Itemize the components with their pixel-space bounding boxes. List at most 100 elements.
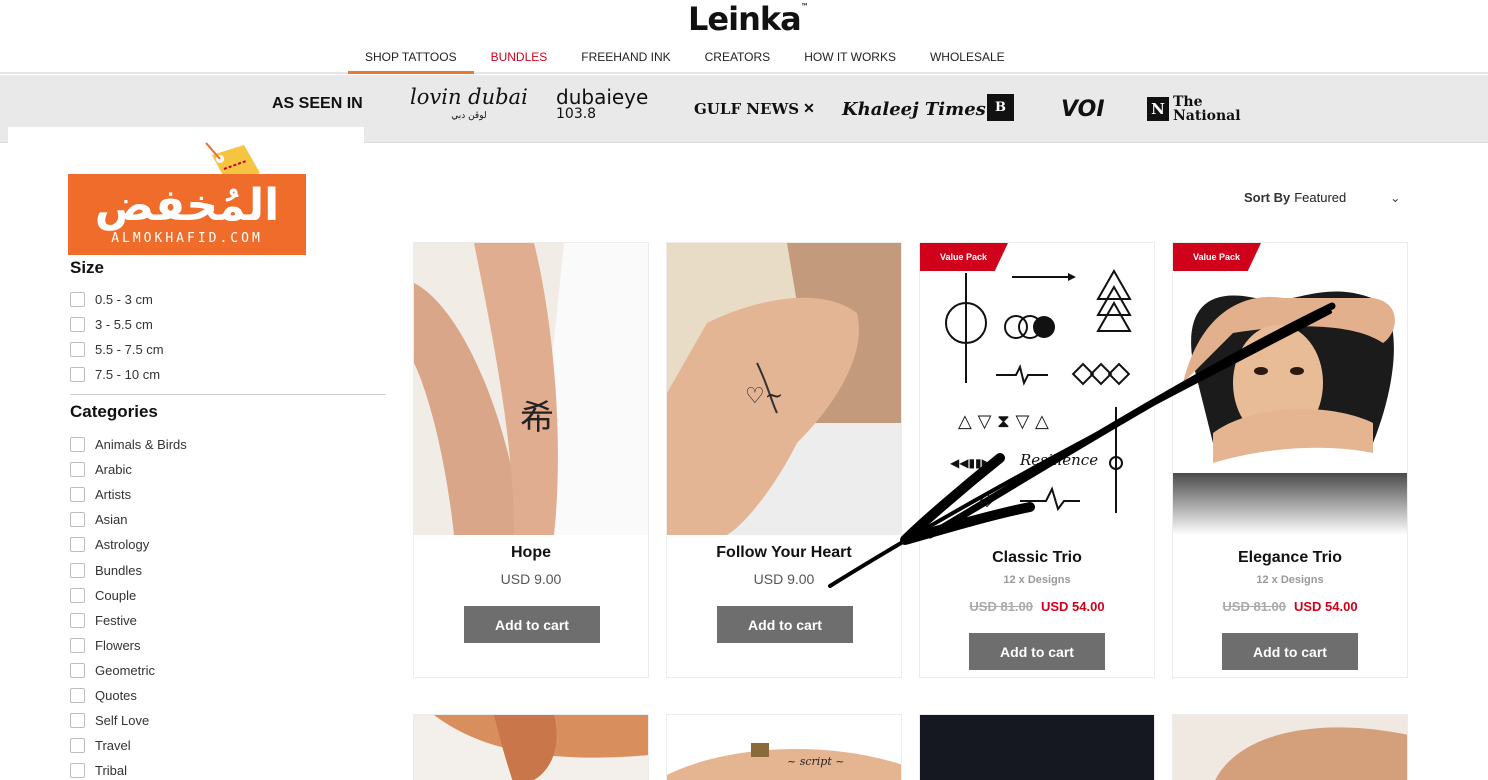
category-label: Self Love bbox=[95, 713, 150, 729]
category-option[interactable]: Travel bbox=[70, 733, 187, 758]
checkbox[interactable] bbox=[70, 612, 85, 628]
hand-tattoo-image: ♡~ bbox=[667, 243, 901, 535]
product-card[interactable] bbox=[919, 714, 1155, 780]
checkbox[interactable] bbox=[70, 713, 85, 729]
falcon-icon: ✕ bbox=[803, 101, 815, 117]
product-title[interactable]: Hope bbox=[414, 544, 648, 562]
the-national-mark: N bbox=[1147, 97, 1169, 121]
product-card[interactable] bbox=[1172, 714, 1408, 780]
category-label: Astrology bbox=[95, 537, 150, 553]
svg-text:♡~: ♡~ bbox=[745, 384, 783, 409]
svg-text:◇: ◇ bbox=[980, 489, 994, 510]
category-label: Tribal bbox=[95, 763, 128, 779]
product-image[interactable]: △ ▽ ⧗ ▽ △ Resilience ◇ ◀◀▮▮▶▶ bbox=[920, 243, 1154, 535]
product-card[interactable]: ~ script ~ bbox=[666, 714, 902, 780]
size-option-label: 7.5 - 10 cm bbox=[95, 367, 161, 383]
product-image[interactable] bbox=[1173, 243, 1407, 535]
nav-how-it-works[interactable]: HOW IT WORKS bbox=[787, 44, 913, 74]
product-title[interactable]: Follow Your Heart bbox=[667, 544, 901, 562]
size-option-label: 0.5 - 3 cm bbox=[95, 292, 153, 308]
checkbox[interactable] bbox=[70, 292, 85, 308]
size-filter-list: 0.5 - 3 cm 3 - 5.5 cm 5.5 - 7.5 cm 7.5 -… bbox=[70, 287, 164, 387]
sort-dropdown[interactable]: Sort By Featured ⌄ bbox=[1244, 190, 1400, 205]
add-to-cart-button[interactable]: Add to cart bbox=[717, 606, 853, 643]
product-image[interactable] bbox=[414, 715, 649, 780]
category-option[interactable]: Flowers bbox=[70, 633, 187, 658]
category-option[interactable]: Festive bbox=[70, 608, 187, 633]
checkbox[interactable] bbox=[70, 512, 85, 528]
checkbox[interactable] bbox=[70, 587, 85, 603]
product-card[interactable]: ♡~ Follow Your Heart USD 9.00 Add to car… bbox=[666, 242, 902, 678]
chevron-down-icon: ⌄ bbox=[1390, 190, 1401, 205]
checkbox[interactable] bbox=[70, 487, 85, 503]
product-designs-count: 12 x Designs bbox=[1256, 574, 1324, 586]
add-to-cart-button[interactable]: Add to cart bbox=[464, 606, 600, 643]
the-national-logo: N The National bbox=[1147, 87, 1243, 131]
size-option[interactable]: 5.5 - 7.5 cm bbox=[70, 337, 164, 362]
category-option[interactable]: Couple bbox=[70, 583, 187, 608]
size-option[interactable]: 7.5 - 10 cm bbox=[70, 362, 164, 387]
size-option[interactable]: 3 - 5.5 cm bbox=[70, 312, 164, 337]
product-image[interactable]: 希 bbox=[414, 243, 648, 535]
product-card[interactable]: Value Pack Elegance Trio 12 x Designs US… bbox=[1172, 242, 1408, 678]
checkbox[interactable] bbox=[70, 367, 85, 383]
sort-label: Sort By bbox=[1244, 190, 1291, 205]
checkbox[interactable] bbox=[70, 738, 85, 754]
svg-text:~ script ~: ~ script ~ bbox=[787, 755, 844, 768]
checkbox[interactable] bbox=[70, 637, 85, 653]
checkbox[interactable] bbox=[70, 687, 85, 703]
nav-freehand-ink[interactable]: FREEHAND INK bbox=[564, 44, 687, 74]
product-card[interactable]: Value Pack △ ▽ ⧗ ▽ △ Resilience ◇ ◀◀▮▮▶▶ bbox=[919, 242, 1155, 678]
category-option[interactable]: Tribal bbox=[70, 758, 187, 780]
gulf-news-text: GULF NEWS bbox=[694, 100, 800, 118]
category-option[interactable]: Artists bbox=[70, 482, 187, 507]
size-filter-title: Size bbox=[70, 258, 105, 277]
product-image[interactable] bbox=[1173, 715, 1408, 780]
leinka-logo[interactable]: Leinka™ bbox=[688, 0, 809, 38]
nav-shop-tattoos[interactable]: SHOP TATTOOS bbox=[348, 44, 474, 74]
wrist-tattoo-image: 希 bbox=[414, 243, 648, 535]
product-image[interactable] bbox=[920, 715, 1155, 780]
size-option-label: 3 - 5.5 cm bbox=[95, 317, 153, 333]
checkbox[interactable] bbox=[70, 462, 85, 478]
size-option-label: 5.5 - 7.5 cm bbox=[95, 342, 164, 358]
checkbox[interactable] bbox=[70, 763, 85, 779]
watermark-box: المُخفض ALMOKHAFID.COM bbox=[68, 174, 306, 255]
product-card[interactable]: 希 Hope USD 9.00 Add to cart bbox=[413, 242, 649, 678]
category-option[interactable]: Self Love bbox=[70, 708, 187, 733]
svg-text:△ ▽ ⧗ ▽ △: △ ▽ ⧗ ▽ △ bbox=[958, 411, 1049, 432]
checkbox[interactable] bbox=[70, 342, 85, 358]
checkbox[interactable] bbox=[70, 317, 85, 333]
product-price: USD 9.00 bbox=[500, 571, 562, 587]
category-option[interactable]: Bundles bbox=[70, 557, 187, 582]
category-option[interactable]: Arabic bbox=[70, 457, 187, 482]
category-option[interactable]: Asian bbox=[70, 507, 187, 532]
checkbox[interactable] bbox=[70, 437, 85, 453]
b-logo: B bbox=[987, 94, 1014, 121]
add-to-cart-button[interactable]: Add to cart bbox=[1222, 633, 1358, 670]
checkbox[interactable] bbox=[70, 662, 85, 678]
nav-bundles[interactable]: BUNDLES bbox=[474, 44, 565, 74]
nav-wholesale[interactable]: WHOLESALE bbox=[913, 44, 1022, 74]
product-title[interactable]: Elegance Trio bbox=[1173, 549, 1407, 567]
sale-price: USD 54.00 bbox=[1041, 599, 1105, 614]
product-image[interactable]: ♡~ bbox=[667, 243, 901, 535]
product-image[interactable]: ~ script ~ bbox=[667, 715, 902, 780]
category-option[interactable]: Geometric bbox=[70, 658, 187, 683]
size-option[interactable]: 0.5 - 3 cm bbox=[70, 287, 164, 312]
category-option[interactable]: Animals & Birds bbox=[70, 432, 187, 457]
product-title[interactable]: Classic Trio bbox=[920, 549, 1154, 567]
watermark-arabic: المُخفض bbox=[94, 179, 280, 231]
svg-text:Resilience: Resilience bbox=[1019, 451, 1098, 469]
sort-value: Featured bbox=[1294, 190, 1347, 205]
checkbox[interactable] bbox=[70, 562, 85, 578]
dubai-eye-logo: dubaieye 103.8 bbox=[556, 87, 648, 131]
product-card[interactable] bbox=[413, 714, 649, 780]
add-to-cart-button[interactable]: Add to cart bbox=[969, 633, 1105, 670]
checkbox[interactable] bbox=[70, 537, 85, 553]
svg-text:希: 希 bbox=[520, 398, 554, 438]
category-option[interactable]: Quotes bbox=[70, 683, 187, 708]
gulf-news-logo: GULF NEWS ✕ bbox=[694, 87, 815, 131]
nav-creators[interactable]: CREATORS bbox=[688, 44, 788, 74]
category-option[interactable]: Astrology bbox=[70, 532, 187, 557]
